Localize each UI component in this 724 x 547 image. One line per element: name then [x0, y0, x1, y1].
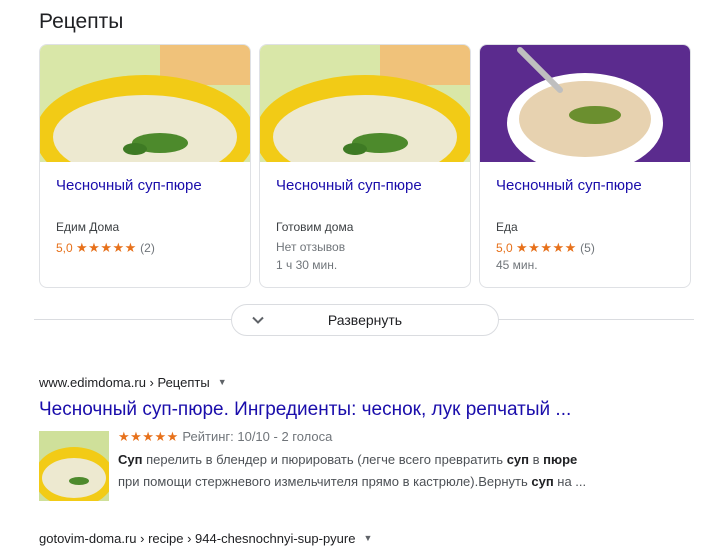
cook-time: 1 ч 30 мин. — [276, 258, 338, 272]
star-rating-icon: ★★★★★ — [76, 240, 137, 255]
result-snippet: Суп перелить в блендер и пюрировать (лег… — [118, 452, 587, 489]
caret-down-icon[interactable]: ▼ — [363, 533, 372, 543]
recipe-source: Готовим дома — [276, 220, 354, 234]
recipe-image[interactable] — [480, 45, 690, 162]
breadcrumb-text[interactable]: www.edimdoma.ru › Рецепты — [39, 375, 210, 390]
recipe-rating: 5,0 ★★★★★ (2) — [56, 240, 155, 256]
result-rating: ★★★★★ Рейтинг: 10/10 - 2 голоса — [118, 429, 332, 445]
review-count: (5) — [580, 241, 595, 255]
star-rating-icon: ★★★★★ — [516, 240, 577, 255]
recipe-title[interactable]: Чесночный суп-пюре — [496, 177, 642, 194]
breadcrumb[interactable]: www.edimdoma.ru › Рецепты ▼ — [39, 375, 227, 390]
breadcrumb-text[interactable]: gotovim-doma.ru › recipe › 944-chesnochn… — [39, 531, 355, 546]
rating-value: 5,0 — [56, 241, 73, 255]
recipe-source: Едим Дома — [56, 220, 120, 234]
review-status: Нет отзывов — [276, 240, 346, 254]
expand-label: Развернуть — [327, 312, 403, 328]
rating-text: Рейтинг: 10/10 - 2 голоса — [182, 429, 333, 444]
review-count: (2) — [140, 241, 155, 255]
recipe-title[interactable]: Чесночный суп-пюре — [276, 177, 422, 194]
recipe-title[interactable]: Чесночный суп-пюре — [56, 177, 202, 194]
recipe-card[interactable]: Чесночный суп-пюре Едим Дома 5,0 ★★★★★ (… — [39, 44, 251, 288]
star-rating-icon: ★★★★★ — [118, 429, 179, 444]
rating-value: 5,0 — [496, 241, 513, 255]
result-thumbnail[interactable] — [39, 431, 109, 501]
recipe-rating: 5,0 ★★★★★ (5) — [496, 240, 595, 256]
recipe-image[interactable] — [260, 45, 470, 162]
result-title-link[interactable]: Чесночный суп-пюре. Ингредиенты: чеснок,… — [39, 399, 571, 421]
breadcrumb[interactable]: gotovim-doma.ru › recipe › 944-chesnochn… — [39, 531, 372, 546]
cook-time: 45 мин. — [496, 258, 538, 272]
recipe-card[interactable]: Чесночный суп-пюре Еда 5,0 ★★★★★ (5) 45 … — [479, 44, 691, 288]
expand-button[interactable]: Развернуть — [231, 304, 499, 336]
recipe-card[interactable]: Чесночный суп-пюре Готовим дома Нет отзы… — [259, 44, 471, 288]
recipe-source: Еда — [496, 220, 518, 234]
caret-down-icon[interactable]: ▼ — [218, 377, 227, 387]
section-title: Рецепты — [39, 10, 124, 33]
recipe-image[interactable] — [40, 45, 250, 162]
